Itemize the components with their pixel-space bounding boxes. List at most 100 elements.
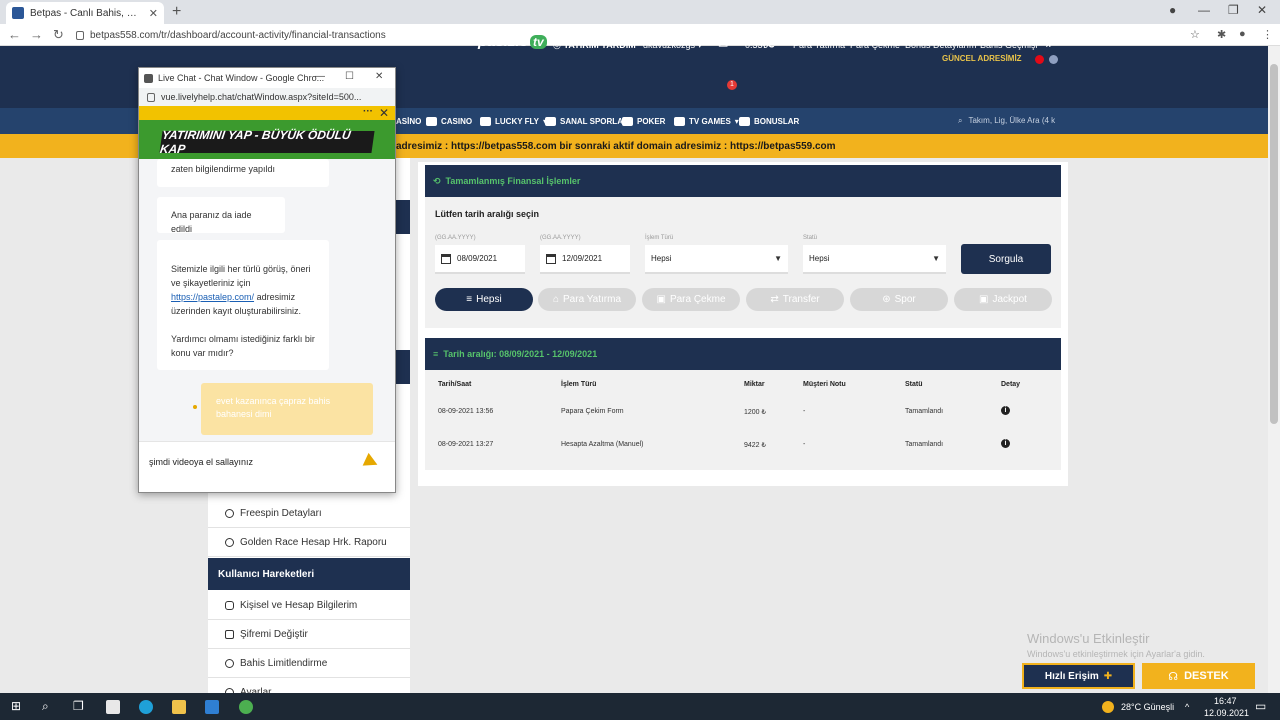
sidebar-item-kisisel[interactable]: Kişisel ve Hesap Bilgilerim — [208, 591, 410, 620]
new-tab-icon[interactable]: + — [172, 3, 181, 21]
nav-bonuslar[interactable]: BONUSLAR — [739, 117, 799, 126]
username-dropdown[interactable]: dkavuzkozgs ▾ — [643, 40, 702, 51]
message-text: Ana paranız da iade edildi — [171, 210, 252, 234]
send-icon[interactable] — [362, 452, 381, 472]
hizli-erisim-button[interactable]: Hızlı Erişim ✚ — [1022, 663, 1135, 689]
col-islem-turu: İşlem Türü — [561, 381, 597, 388]
pasizle-logo[interactable]: pasizle tv — [478, 33, 547, 50]
filter-spor[interactable]: ⊛ Spor — [850, 288, 948, 311]
nav-canli-casino[interactable]: ASİNO — [396, 117, 421, 126]
chat-minimize-icon[interactable]: — — [315, 71, 325, 82]
chat-messages[interactable]: zaten bilgilendirme yapıldı Ana paranız … — [139, 159, 395, 441]
file-explorer-icon[interactable] — [172, 700, 186, 714]
guncel-adres-link[interactable]: GÜNCEL ADRESİMİZ — [942, 54, 1022, 63]
sidebar-section-kullanici: Kullanıcı Hareketleri — [208, 558, 410, 590]
type-select[interactable]: Hepsi ▼ — [645, 245, 788, 274]
nav-tv-games[interactable]: TV GAMES ▾ — [674, 117, 739, 126]
col-detay: Detay — [1001, 381, 1021, 388]
sidebar-item-label: Kişisel ve Hesap Bilgilerim — [240, 599, 358, 611]
nav-poker[interactable]: POKER — [622, 117, 665, 126]
row1-note: - — [803, 408, 806, 415]
sidebar-item-bahis-limit[interactable]: Bahis Limitlendirme — [208, 649, 410, 678]
row2-type: Hesapta Azaltma (Manuel) — [561, 441, 644, 448]
nav-search[interactable]: ⌕ Takım, Lig, Ülke Ara (4 k — [958, 116, 1055, 126]
filter-para-cekme[interactable]: ▣ Para Çekme — [642, 288, 740, 311]
sorgula-button[interactable]: Sorgula — [961, 244, 1051, 274]
date-from-input[interactable]: 08/09/2021 — [435, 245, 525, 274]
sidebar-item-freespin[interactable]: Freespin Detayları — [208, 499, 410, 528]
account-icon[interactable]: ● — [1239, 28, 1246, 40]
filter-jackpot[interactable]: ▣ Jackpot — [954, 288, 1052, 311]
yatirim-yardim-link[interactable]: ◎ YATIRIM YARDIM — [553, 40, 636, 51]
type-label: İşlem Türü — [645, 235, 674, 241]
para-yatirma-link[interactable]: Para Yatırma — [793, 40, 845, 50]
english-flag-icon[interactable] — [1049, 55, 1058, 64]
chat-close-icon[interactable]: ✕ — [375, 71, 383, 82]
mail-icon[interactable]: ✉ — [718, 37, 728, 51]
nav-sanal-sporlar[interactable]: SANAL SPORLAR — [545, 117, 629, 126]
sidebar-item-sifre[interactable]: Şifremi Değiştir — [208, 620, 410, 649]
lock-icon — [76, 30, 84, 40]
chat-message-input[interactable] — [149, 454, 359, 470]
chrome-icon[interactable] — [239, 700, 253, 714]
banner-close-icon[interactable]: ✕ — [379, 106, 389, 120]
date-to-input[interactable]: 12/09/2021 — [540, 245, 630, 274]
bonus-detaylarim-link[interactable]: Bonus Detaylarım — [905, 40, 977, 50]
search-icon: ⌕ — [958, 116, 963, 125]
edge-icon[interactable] — [139, 700, 153, 714]
filter-para-yatirma[interactable]: ⌂ Para Yatırma — [538, 288, 636, 311]
extensions-icon[interactable]: ✱ — [1217, 28, 1226, 41]
scrollbar-thumb[interactable] — [1270, 64, 1278, 424]
exchange-icon: ⇄ — [770, 294, 779, 305]
window-close-icon[interactable]: ✕ — [1257, 3, 1267, 17]
date-from-value: 08/09/2021 — [457, 254, 498, 263]
para-cekme-link[interactable]: Para Çekme — [850, 40, 900, 50]
bahis-gecmisi-link[interactable]: Bahis Geçmişi — [980, 40, 1038, 50]
tab-close-icon[interactable]: ✕ — [149, 7, 158, 20]
message-text: zaten bilgilendirme yapıldı — [171, 164, 276, 174]
history-icon — [225, 537, 234, 547]
filter-hepsi[interactable]: ≡ Hepsi — [435, 288, 533, 311]
restore-icon[interactable]: ❐ — [1228, 3, 1239, 17]
more-options-icon[interactable]: ··· — [363, 106, 373, 117]
destek-button[interactable]: ☊ DESTEK — [1142, 663, 1255, 689]
logout-icon[interactable]: ⇥ — [1041, 37, 1051, 51]
pastalep-link[interactable]: https://pastalep.com/ — [171, 292, 254, 302]
turkish-flag-icon[interactable] — [1035, 55, 1044, 64]
status-select[interactable]: Hepsi ▼ — [803, 245, 946, 274]
bookmark-star-icon[interactable]: ☆ — [1190, 28, 1200, 41]
info-icon[interactable]: i — [1001, 439, 1010, 448]
filter-transfer[interactable]: ⇄ Transfer — [746, 288, 844, 311]
menu-icon[interactable]: ⋮ — [1262, 28, 1273, 41]
chat-maximize-icon[interactable]: ☐ — [345, 71, 354, 82]
weather-text[interactable]: 28°C Güneşli — [1121, 702, 1174, 712]
clock-time[interactable]: 16:47 — [1214, 696, 1237, 706]
taskbar-search-icon[interactable]: ⌕ — [42, 699, 49, 714]
nav-lucky-fly[interactable]: LUCKY FLY ▾ — [480, 117, 547, 126]
task-view-icon[interactable]: ❐ — [73, 699, 84, 713]
browser-tab[interactable]: Betpas - Canlı Bahis, Canlı Casino ✕ — [6, 2, 164, 24]
balance: 0.33₺ — [745, 40, 769, 50]
filter-label: Para Yatırma — [563, 294, 622, 305]
sidebar-item-golden-race[interactable]: Golden Race Hesap Hrk. Raporu — [208, 528, 410, 557]
notifications-icon[interactable]: ▭ — [1255, 699, 1266, 713]
plus-icon: ✚ — [1103, 670, 1113, 682]
message-text: bahanesi dimi — [216, 409, 272, 419]
back-icon[interactable]: ← — [8, 27, 21, 42]
clock-date[interactable]: 12.09.2021 — [1204, 708, 1249, 718]
minimize-icon[interactable]: — — [1198, 3, 1210, 17]
nav-casino[interactable]: CASINO — [426, 117, 472, 126]
list-icon: ≡ — [433, 349, 439, 359]
info-icon[interactable]: i — [1001, 406, 1010, 415]
weather-icon[interactable] — [1102, 701, 1114, 713]
profile-dot-icon[interactable]: ● — [1169, 3, 1176, 17]
refresh-balance-icon[interactable]: ⟳ — [768, 38, 777, 51]
reload-icon[interactable]: ↻ — [53, 27, 64, 43]
mail-app-icon[interactable] — [205, 700, 219, 714]
tray-chevron-icon[interactable]: ^ — [1185, 702, 1189, 712]
store-icon[interactable] — [106, 700, 120, 714]
panel-title: Tamamlanmış Finansal İşlemler — [445, 176, 581, 186]
windows-start-icon[interactable]: ⊞ — [11, 699, 21, 713]
forward-icon[interactable]: → — [30, 27, 43, 42]
hizli-label: Hızlı Erişim — [1044, 670, 1099, 682]
